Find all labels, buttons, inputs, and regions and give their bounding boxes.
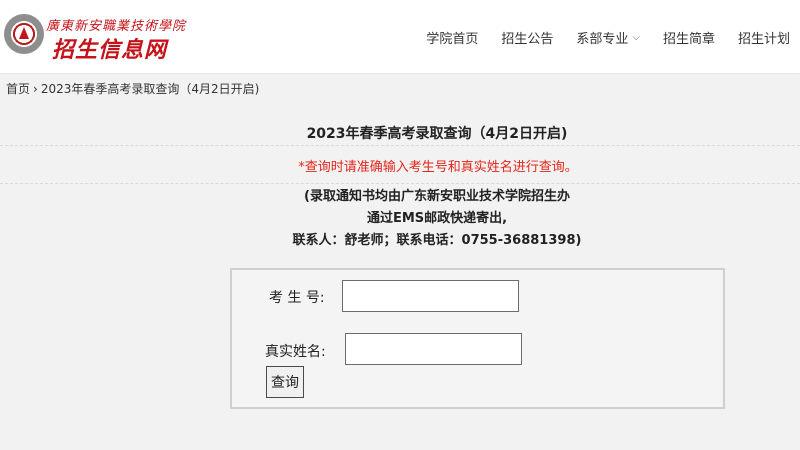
divider <box>0 183 800 184</box>
nav-item-announcements[interactable]: 招生公告 <box>501 28 553 47</box>
breadcrumb: 首页 › 2023年春季高考录取查询（4月2日开启) <box>6 80 259 97</box>
site-header: 廣東新安職業技術學院 招生信息网 学院首页 招生公告 系部专业 ⌵ 招生简章 招生… <box>0 0 800 74</box>
query-form: 考 生 号: 真实姓名: 查询 <box>230 268 725 409</box>
chevron-down-icon: ⌵ <box>632 31 640 43</box>
real-name-label: 真实姓名: <box>265 344 326 360</box>
warning-text: *查询时请准确输入考生号和真实姓名进行查询。 <box>298 160 578 175</box>
nav-item-label: 招生公告 <box>501 31 554 47</box>
notice-line: (录取通知书均由广东新安职业技术学院招生办 <box>304 189 570 204</box>
breadcrumb-current: 2023年春季高考录取查询（4月2日开启) <box>40 82 260 96</box>
main-nav: 学院首页 招生公告 系部专业 ⌵ 招生简章 招生计划 <box>426 0 800 74</box>
notice-line: 通过EMS邮政快递寄出, <box>366 211 508 226</box>
query-button[interactable]: 查询 <box>266 366 304 398</box>
page-title: 2023年春季高考录取查询（4月2日开启) <box>306 126 568 142</box>
breadcrumb-separator: › <box>33 82 38 96</box>
nav-item-label: 学院首页 <box>426 31 479 47</box>
logo-site-title: 招生信息网 <box>52 38 168 63</box>
notice-text: (录取通知书均由广东新安职业技术学院招生办 通过EMS邮政快递寄出, 联系人：舒… <box>0 186 800 252</box>
notice-line: 联系人：舒老师；联系电话：0755-36881398) <box>292 233 582 248</box>
nav-item-label: 招生计划 <box>737 31 790 47</box>
exam-number-input[interactable] <box>342 280 519 312</box>
nav-item-label: 系部专业 <box>576 31 629 47</box>
divider <box>0 145 800 146</box>
exam-number-label: 考 生 号: <box>269 290 325 306</box>
breadcrumb-home-link[interactable]: 首页 <box>6 82 30 96</box>
real-name-input[interactable] <box>345 333 522 365</box>
nav-item-plan[interactable]: 招生计划 <box>738 28 790 47</box>
nav-item-departments[interactable]: 系部专业 ⌵ <box>576 28 640 47</box>
nav-item-label: 招生简章 <box>662 31 715 47</box>
nav-item-brochure[interactable]: 招生简章 <box>663 28 715 47</box>
school-emblem-icon <box>4 14 44 54</box>
site-logo[interactable]: 廣東新安職業技術學院 招生信息网 <box>4 12 196 63</box>
nav-item-home[interactable]: 学院首页 <box>426 28 478 47</box>
